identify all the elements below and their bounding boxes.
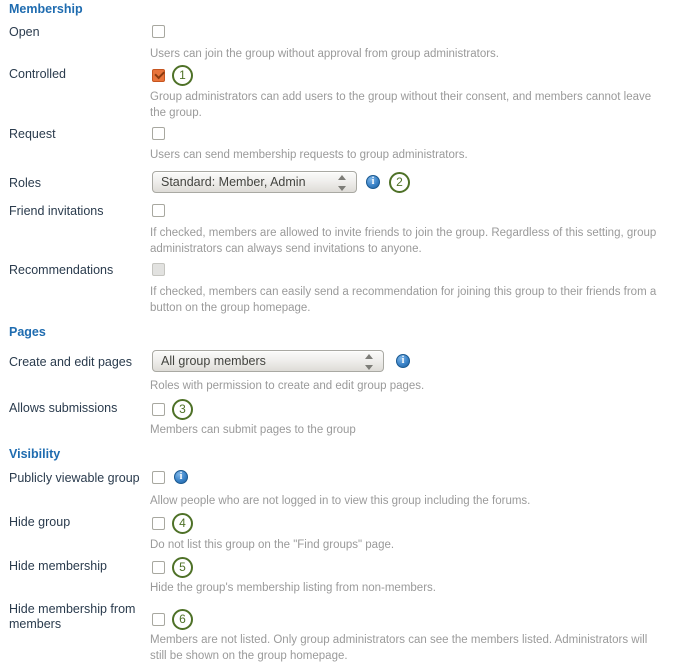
select-roles-value: Standard: Member, Admin xyxy=(161,175,306,189)
label-controlled: Controlled xyxy=(9,67,66,81)
control-hide-group: 4 xyxy=(152,513,193,534)
label-hide-group: Hide group xyxy=(9,515,71,529)
control-publicly-viewable-group xyxy=(152,470,188,484)
control-hide-membership-from-members: 6 xyxy=(152,609,193,630)
control-friend-invitations xyxy=(152,203,165,218)
info-icon-publicly-viewable-group[interactable] xyxy=(174,470,188,484)
checkbox-open[interactable] xyxy=(152,25,165,39)
control-controlled: 1 xyxy=(152,65,193,86)
select-spinner-icon xyxy=(365,354,374,370)
checkbox-publicly-viewable-group[interactable] xyxy=(152,470,165,484)
description-hide-membership: Hide the group's membership listing from… xyxy=(150,582,436,594)
description-allows-submissions: Members can submit pages to the group xyxy=(150,424,356,436)
select-roles[interactable]: Standard: Member, Admin xyxy=(152,171,357,193)
label-roles: Roles xyxy=(9,176,41,190)
select-spinner-icon xyxy=(338,175,347,191)
checkbox-hide-group[interactable] xyxy=(152,517,165,530)
control-recommendations xyxy=(152,262,165,277)
label-request: Request xyxy=(9,127,56,141)
label-publicly-viewable-group: Publicly viewable group xyxy=(9,471,140,485)
info-icon-roles[interactable] xyxy=(366,175,380,189)
section-heading-membership: Membership xyxy=(9,2,83,16)
annotation-circle-5: 5 xyxy=(172,557,193,578)
label-hide-membership: Hide membership xyxy=(9,559,107,573)
description-hide-membership-from-members: Members are not listed. Only group admin… xyxy=(150,634,648,662)
description-controlled: Group administrators can add users to th… xyxy=(150,91,652,119)
label-allows-submissions: Allows submissions xyxy=(9,401,118,415)
description-publicly-viewable-group: Allow people who are not logged in to vi… xyxy=(150,495,531,507)
annotation-circle-3: 3 xyxy=(172,399,193,420)
checkbox-allows-submissions[interactable] xyxy=(152,403,165,416)
control-create-and-edit-pages: All group members xyxy=(152,350,410,372)
select-create-and-edit-pages-value: All group members xyxy=(161,354,266,368)
description-friend-invitations: If checked, members are allowed to invit… xyxy=(150,227,657,255)
section-heading-visibility: Visibility xyxy=(9,447,61,461)
annotation-circle-4: 4 xyxy=(172,513,193,534)
label-create-and-edit-pages: Create and edit pages xyxy=(9,355,133,369)
description-hide-group: Do not list this group on the "Find grou… xyxy=(150,539,395,551)
control-allows-submissions: 3 xyxy=(152,399,193,420)
label-recommendations: Recommendations xyxy=(9,263,114,277)
control-hide-membership: 5 xyxy=(152,557,193,578)
select-create-and-edit-pages[interactable]: All group members xyxy=(152,350,384,372)
checkbox-hide-membership-from-members[interactable] xyxy=(152,613,165,626)
label-friend-invitations: Friend invitations xyxy=(9,204,104,218)
annotation-circle-2: 2 xyxy=(389,171,410,193)
checkbox-friend-invitations[interactable] xyxy=(152,204,165,218)
checkbox-hide-membership[interactable] xyxy=(152,561,165,574)
checkbox-controlled[interactable] xyxy=(152,69,165,82)
checkbox-recommendations xyxy=(152,263,165,277)
label-hide-membership-from-members: Hide membership from members xyxy=(9,602,136,631)
description-request: Users can send membership requests to gr… xyxy=(150,149,468,161)
checkbox-request[interactable] xyxy=(152,127,165,141)
control-request xyxy=(152,126,165,141)
control-open xyxy=(152,24,165,39)
annotation-circle-6: 6 xyxy=(172,609,193,630)
description-create-and-edit-pages: Roles with permission to create and edit… xyxy=(150,380,425,392)
section-heading-pages: Pages xyxy=(9,325,46,339)
description-recommendations: If checked, members can easily send a re… xyxy=(150,286,657,314)
control-roles: Standard: Member, Admin 2 xyxy=(152,171,410,193)
annotation-circle-1: 1 xyxy=(172,65,193,86)
info-icon-create-and-edit-pages[interactable] xyxy=(396,354,410,368)
label-open: Open xyxy=(9,25,40,39)
description-open: Users can join the group without approva… xyxy=(150,48,500,60)
